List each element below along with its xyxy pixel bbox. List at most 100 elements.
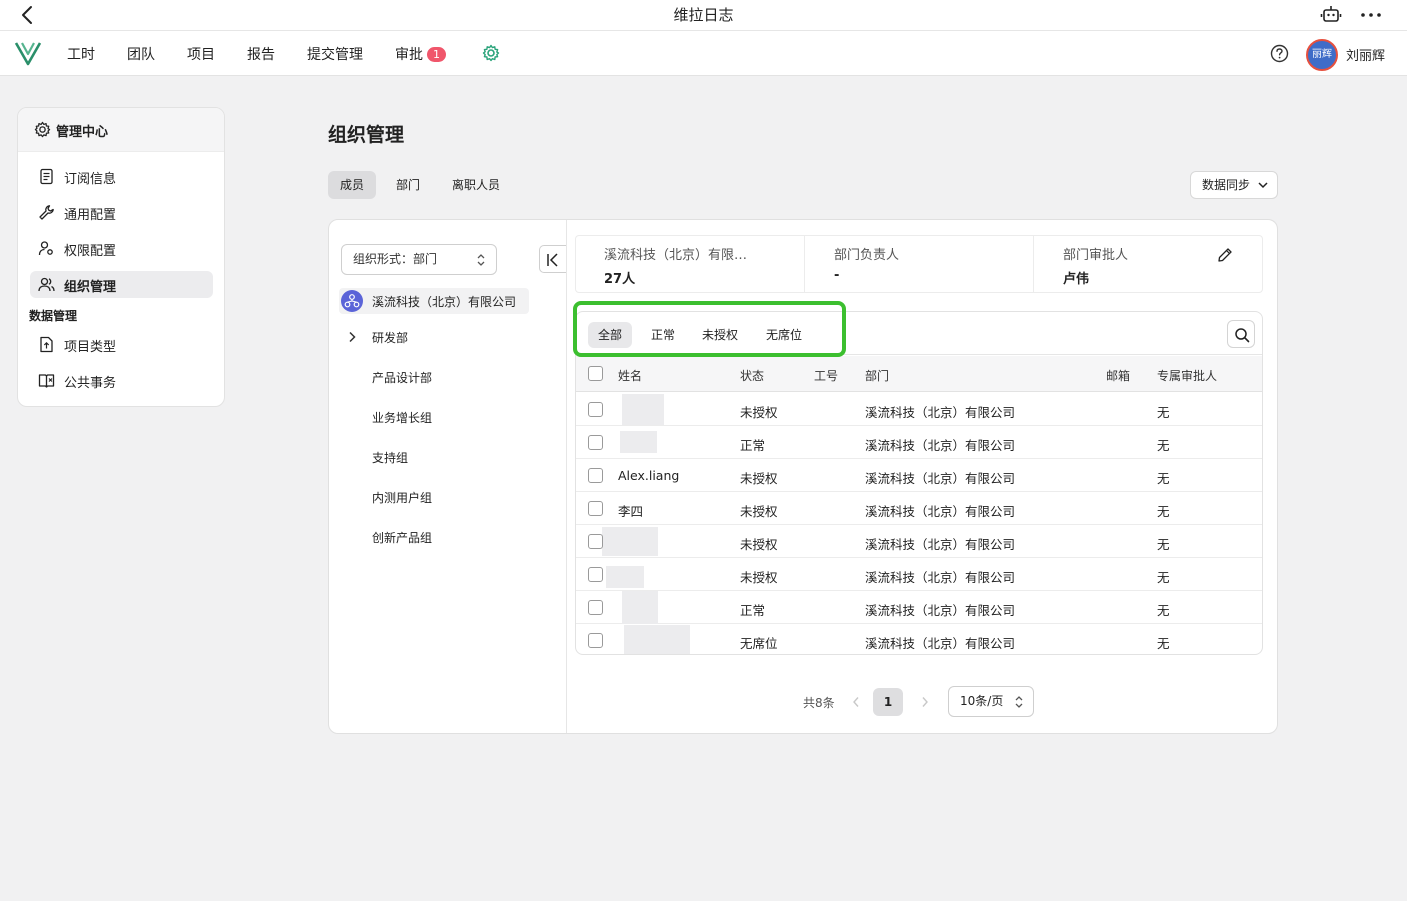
logo-icon[interactable] <box>14 40 42 66</box>
collapse-tree-button[interactable] <box>539 245 566 273</box>
tab-resigned[interactable]: 离职人员 <box>440 171 512 199</box>
row-checkbox[interactable] <box>588 600 603 615</box>
sidebar-item-organization[interactable]: 组织管理 <box>30 271 213 298</box>
tree-item-dept[interactable]: 内测用户组 <box>372 489 432 506</box>
sidebar-item-permission[interactable]: 权限配置 <box>30 235 213 262</box>
user-name[interactable]: 刘丽辉 <box>1346 45 1385 64</box>
total-count: 共8条 <box>803 696 835 710</box>
nav-approval-label: 审批 <box>395 47 423 63</box>
wrench-icon <box>39 205 54 220</box>
data-sync-button[interactable]: 数据同步 <box>1190 171 1278 199</box>
panel-divider <box>566 220 567 733</box>
row-checkbox[interactable] <box>588 633 603 648</box>
tree-item-dept[interactable]: 支持组 <box>372 449 408 466</box>
file-upload-icon <box>40 336 53 353</box>
edit-pencil-icon[interactable] <box>1217 247 1233 263</box>
chevron-right-icon[interactable] <box>347 331 357 343</box>
summary-company-name: 溪流科技（北京）有限… <box>604 248 748 263</box>
nav-item-team[interactable]: 团队 <box>127 44 155 64</box>
row-approver: 无 <box>1157 405 1170 420</box>
row-department: 溪流科技（北京）有限公司 <box>865 471 1016 486</box>
data-sync-label: 数据同步 <box>1202 178 1251 192</box>
avatar[interactable]: 丽辉 <box>1306 39 1338 71</box>
table-row[interactable]: 无席位 溪流科技（北京）有限公司 无 <box>576 624 1262 654</box>
nav-item-submission[interactable]: 提交管理 <box>307 44 363 64</box>
table-row[interactable]: 李四 未授权 溪流科技（北京）有限公司 无 <box>576 492 1262 525</box>
chevron-right-icon[interactable] <box>921 696 929 708</box>
page-number[interactable]: 1 <box>873 688 903 716</box>
table-row[interactable]: 正常 溪流科技（北京）有限公司 无 <box>576 426 1262 459</box>
search-button[interactable] <box>1227 320 1255 348</box>
nav-item-report[interactable]: 报告 <box>247 44 275 64</box>
summary-member-count: 27人 <box>604 272 636 287</box>
row-checkbox[interactable] <box>588 501 603 516</box>
chevron-left-icon[interactable] <box>852 696 860 708</box>
row-checkbox[interactable] <box>588 402 603 417</box>
row-department: 溪流科技（北京）有限公司 <box>865 405 1016 420</box>
row-status: 正常 <box>740 603 766 618</box>
table-row[interactable]: 未授权 溪流科技（北京）有限公司 无 <box>576 558 1262 591</box>
table-row[interactable]: 正常 溪流科技（北京）有限公司 无 <box>576 591 1262 624</box>
table-row[interactable]: 未授权 溪流科技（北京）有限公司 无 <box>576 525 1262 558</box>
tab-members[interactable]: 成员 <box>328 171 377 199</box>
members-table: 全部 正常 未授权 无席位 姓名 状态 工号 部门 邮箱 专属审批人 未授权 溪… <box>575 311 1263 655</box>
row-status: 无席位 <box>740 636 778 651</box>
page-size-select[interactable]: 10条/页 <box>948 686 1034 717</box>
row-approver: 无 <box>1157 636 1170 651</box>
row-approver: 无 <box>1157 471 1170 486</box>
approval-badge: 1 <box>427 47 446 62</box>
select-all-checkbox[interactable] <box>588 366 603 381</box>
tree-item-dept[interactable]: 业务增长组 <box>372 409 432 426</box>
row-status: 未授权 <box>740 570 778 585</box>
organization-icon <box>341 290 363 312</box>
row-approver: 无 <box>1157 504 1170 519</box>
tree-item-dept[interactable]: 创新产品组 <box>372 529 432 546</box>
chevron-down-icon <box>1258 182 1268 189</box>
col-status: 状态 <box>740 369 765 383</box>
filter-unauthorized[interactable]: 未授权 <box>692 322 748 348</box>
settings-gear-icon[interactable] <box>482 44 500 62</box>
collapse-left-icon <box>547 253 558 267</box>
filter-no-seat[interactable]: 无席位 <box>756 322 812 348</box>
sidebar-item-general[interactable]: 通用配置 <box>30 199 213 226</box>
org-form-select[interactable]: 组织形式：部门 <box>341 244 497 275</box>
row-status: 正常 <box>740 438 766 453</box>
tree-item-dept[interactable]: 产品设计部 <box>372 369 432 386</box>
row-checkbox[interactable] <box>588 435 603 450</box>
row-department: 溪流科技（北京）有限公司 <box>865 570 1016 585</box>
top-nav: 工时 团队 项目 报告 提交管理 审批 1 丽辉 刘丽辉 <box>0 31 1407 76</box>
row-department: 溪流科技（北京）有限公司 <box>865 504 1016 519</box>
pagination: 共8条 1 10条/页 <box>803 686 1043 717</box>
sidebar-item-label: 权限配置 <box>64 244 117 259</box>
sidebar-item-public-affairs[interactable]: 公共事务 <box>30 367 213 394</box>
row-checkbox[interactable] <box>588 567 603 582</box>
robot-icon[interactable] <box>1320 4 1342 26</box>
row-status: 未授权 <box>740 504 778 519</box>
user-key-icon <box>38 241 53 256</box>
col-approver: 专属审批人 <box>1157 369 1218 383</box>
row-status: 未授权 <box>740 471 778 486</box>
help-icon[interactable] <box>1270 44 1289 63</box>
tree-item-company[interactable]: 溪流科技（北京）有限公司 <box>339 288 529 314</box>
page-title: 组织管理 <box>328 124 405 146</box>
sidebar-item-project-type[interactable]: 项目类型 <box>30 331 213 358</box>
more-icon[interactable] <box>1359 4 1383 26</box>
filter-all[interactable]: 全部 <box>588 322 633 348</box>
table-row[interactable]: Alex.liang 未授权 溪流科技（北京）有限公司 无 <box>576 459 1262 492</box>
status-filter-bar: 全部 正常 未授权 无席位 <box>576 312 1262 355</box>
redacted-name <box>622 394 664 425</box>
table-row[interactable]: 未授权 溪流科技（北京）有限公司 无 <box>576 393 1262 426</box>
nav-item-hours[interactable]: 工时 <box>67 44 95 64</box>
nav-item-approval[interactable]: 审批 1 <box>395 44 446 64</box>
tree-item-dept[interactable]: 研发部 <box>372 329 408 346</box>
company-name: 溪流科技（北京）有限公司 <box>372 295 517 309</box>
tab-departments[interactable]: 部门 <box>384 171 432 199</box>
summary-head-label: 部门负责人 <box>834 248 900 263</box>
row-checkbox[interactable] <box>588 534 603 549</box>
filter-normal[interactable]: 正常 <box>641 322 685 348</box>
nav-item-project[interactable]: 项目 <box>187 44 215 64</box>
sidebar-item-subscription[interactable]: 订阅信息 <box>30 163 213 190</box>
redacted-name <box>624 625 690 654</box>
row-checkbox[interactable] <box>588 468 603 483</box>
users-icon <box>38 277 55 292</box>
